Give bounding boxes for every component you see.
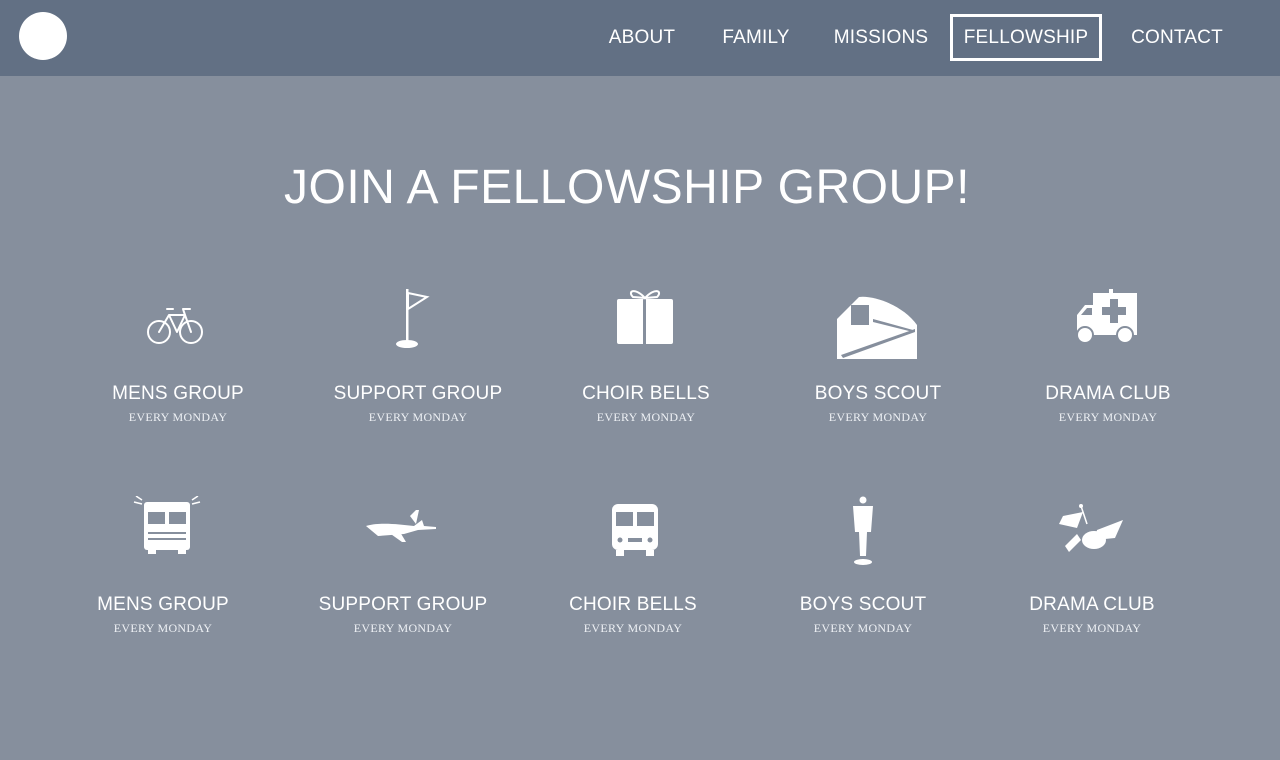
- group-schedule: EVERY MONDAY: [1042, 621, 1142, 635]
- satellite-icon: [1047, 496, 1137, 578]
- group-card[interactable]: DRAMA CLUB EVERY MONDAY: [992, 496, 1192, 646]
- group-name: MENS GROUP: [97, 594, 229, 615]
- group-name: SUPPORT GROUP: [333, 383, 503, 404]
- group-schedule: EVERY MONDAY: [368, 410, 468, 424]
- group-name: DRAMA CLUB: [1029, 594, 1155, 615]
- group-card[interactable]: MENS GROUP EVERY MONDAY: [63, 496, 263, 646]
- group-card[interactable]: MENS GROUP EVERY MONDAY: [78, 285, 278, 435]
- group-name: DRAMA CLUB: [1045, 383, 1171, 404]
- group-card[interactable]: BOYS SCOUT EVERY MONDAY: [763, 496, 963, 646]
- group-name: BOYS SCOUT: [814, 383, 942, 404]
- group-name: CHOIR BELLS: [582, 383, 710, 404]
- group-schedule: EVERY MONDAY: [596, 410, 696, 424]
- group-name: BOYS SCOUT: [799, 594, 927, 615]
- group-schedule: EVERY MONDAY: [128, 410, 228, 424]
- group-schedule: EVERY MONDAY: [353, 621, 453, 635]
- group-schedule: EVERY MONDAY: [1058, 410, 1158, 424]
- logo-circle[interactable]: [19, 12, 67, 60]
- bus-icon: [588, 496, 678, 578]
- page-title: JOIN A FELLOWSHIP GROUP!: [284, 161, 970, 214]
- airplane-icon: [358, 496, 448, 578]
- nav-missions[interactable]: MISSIONS: [826, 14, 936, 61]
- group-name: SUPPORT GROUP: [318, 594, 488, 615]
- group-card[interactable]: CHOIR BELLS EVERY MONDAY: [533, 496, 733, 646]
- bicycle-icon: [133, 285, 223, 367]
- group-name: CHOIR BELLS: [569, 594, 697, 615]
- ambulance-icon: [1063, 285, 1153, 367]
- group-schedule: EVERY MONDAY: [813, 621, 913, 635]
- nav-fellowship[interactable]: FELLOWSHIP: [950, 14, 1102, 61]
- group-card[interactable]: DRAMA CLUB EVERY MONDAY: [1008, 285, 1208, 435]
- group-card[interactable]: BOYS SCOUT EVERY MONDAY: [778, 285, 978, 435]
- group-schedule: EVERY MONDAY: [828, 410, 928, 424]
- nav-about[interactable]: ABOUT: [598, 14, 686, 61]
- top-navbar: ABOUT FAMILY MISSIONS FELLOWSHIP CONTACT: [0, 0, 1280, 76]
- group-schedule: EVERY MONDAY: [583, 621, 683, 635]
- nav-contact[interactable]: CONTACT: [1118, 14, 1236, 61]
- gift-box-icon: [601, 285, 691, 367]
- group-schedule: EVERY MONDAY: [113, 621, 213, 635]
- group-card[interactable]: SUPPORT GROUP EVERY MONDAY: [318, 285, 518, 435]
- nav-family[interactable]: FAMILY: [712, 14, 800, 61]
- fire-truck-icon: [118, 496, 208, 578]
- golf-flag-icon: [373, 285, 463, 367]
- group-card[interactable]: CHOIR BELLS EVERY MONDAY: [546, 285, 746, 435]
- group-name: MENS GROUP: [112, 383, 244, 404]
- group-card[interactable]: SUPPORT GROUP EVERY MONDAY: [303, 496, 503, 646]
- train-icon: [833, 285, 923, 367]
- man-in-suit-icon: [818, 496, 908, 578]
